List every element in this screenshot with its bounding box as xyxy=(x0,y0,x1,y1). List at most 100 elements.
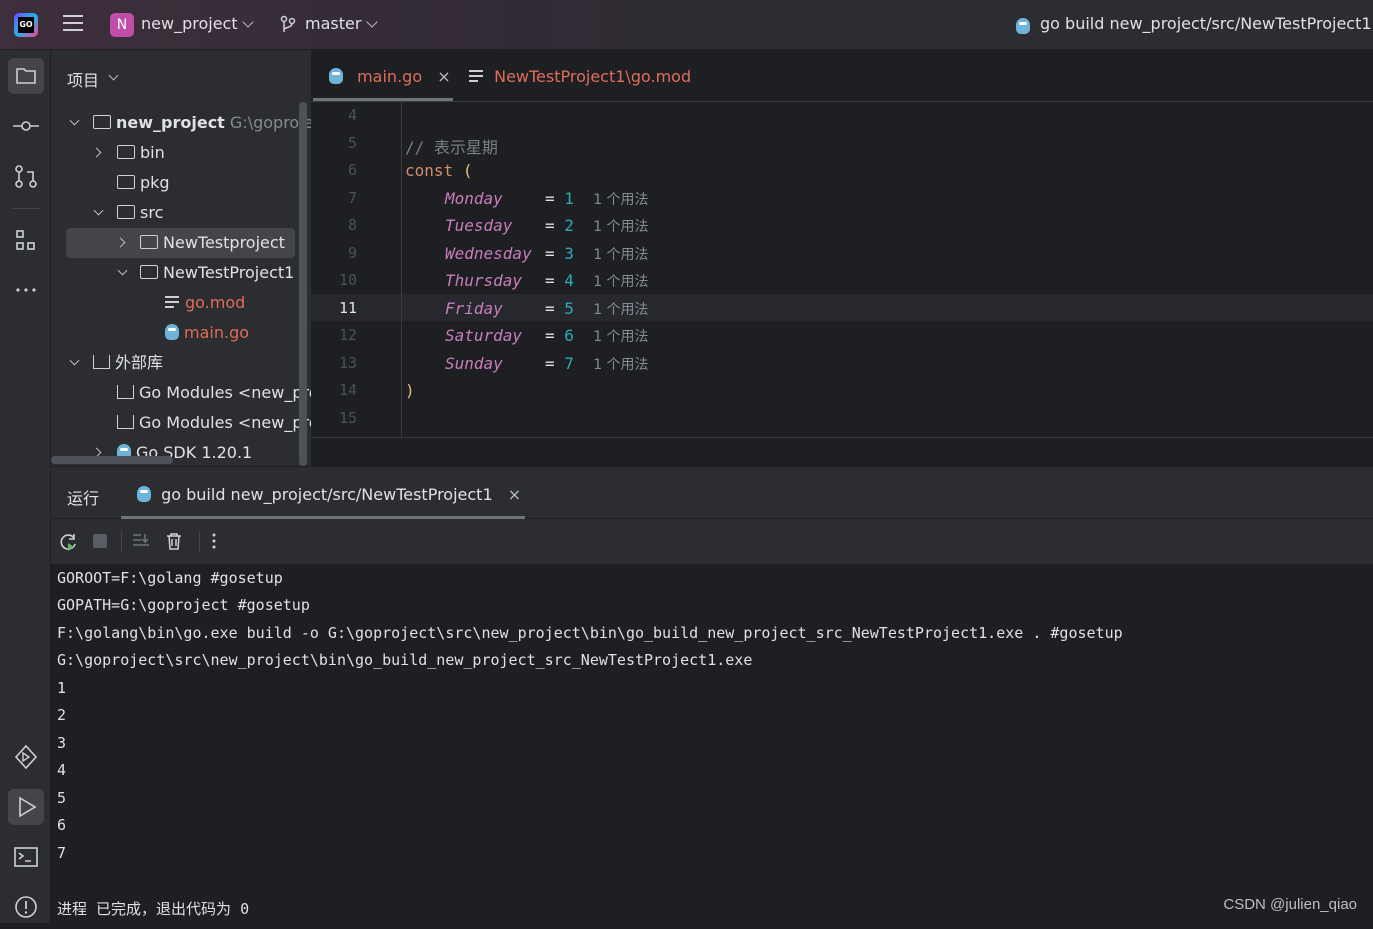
chevron-down-icon[interactable] xyxy=(108,70,119,81)
close-icon[interactable]: × xyxy=(437,67,450,86)
text-file-icon xyxy=(469,70,483,82)
chevron-down-icon[interactable] xyxy=(69,355,80,366)
tree-item-external-libraries[interactable]: 外部库 xyxy=(67,348,297,378)
library-icon xyxy=(117,415,134,429)
chevron-down-icon[interactable] xyxy=(366,16,378,28)
run-icon[interactable] xyxy=(8,789,44,825)
chevron-down-icon[interactable] xyxy=(93,205,104,216)
project-switcher[interactable]: new_project xyxy=(141,14,238,33)
close-icon[interactable]: × xyxy=(508,485,521,504)
structure-icon[interactable] xyxy=(8,222,44,258)
library-icon xyxy=(117,385,134,399)
usage-hint[interactable]: 1 个用法 xyxy=(593,274,648,290)
line-number: 9 xyxy=(347,244,357,262)
vertical-scrollbar[interactable] xyxy=(299,102,307,466)
tree-item-new-project[interactable]: new_project G:\goproject xyxy=(67,108,311,138)
branch-switcher[interactable]: master xyxy=(305,14,361,33)
usage-hint[interactable]: 1 个用法 xyxy=(593,329,648,345)
tree-item-pkg[interactable]: pkg xyxy=(67,168,297,198)
constant-value: 3 xyxy=(564,244,574,263)
paren: ( xyxy=(462,161,473,180)
console-line: 1 xyxy=(57,679,67,697)
code-comment: // 表示星期 xyxy=(405,138,498,157)
usage-hint[interactable]: 1 个用法 xyxy=(593,247,648,263)
chevron-down-icon[interactable] xyxy=(117,265,128,276)
tree-item-label: go.mod xyxy=(185,293,246,312)
terminal-icon[interactable] xyxy=(8,839,44,875)
tree-item-label: Go Modules <new_pro xyxy=(139,413,311,432)
run-console-output[interactable]: GOROOT=F:\golang #gosetup GOPATH=G:\gopr… xyxy=(51,564,1373,923)
pull-request-icon[interactable] xyxy=(8,158,44,194)
text-file-icon xyxy=(165,296,179,308)
tree-item-src[interactable]: src xyxy=(67,198,297,228)
tree-item-label: NewTestProject1 xyxy=(163,263,295,282)
code-editor[interactable]: 4 5 6 7 8 9 10 11 12 13 14 15 // 表示星期 co… xyxy=(311,102,1373,437)
gopher-icon xyxy=(329,68,343,84)
keyword: const xyxy=(405,161,454,180)
run-tab[interactable]: go build new_project/src/NewTestProject1… xyxy=(137,485,521,504)
tab-main-go[interactable]: main.go × xyxy=(329,67,451,86)
folder-icon xyxy=(140,235,158,249)
console-line: 3 xyxy=(57,734,67,752)
problems-icon[interactable] xyxy=(8,889,44,925)
gopher-icon xyxy=(1016,18,1030,34)
constant-name: Saturday xyxy=(445,326,523,345)
branch-icon[interactable] xyxy=(280,15,296,35)
line-number: 7 xyxy=(347,189,357,207)
line-number: 14 xyxy=(338,381,357,399)
tree-item-go-mod[interactable]: go.mod xyxy=(67,288,297,318)
code-const-entry: Monday = 1 1 个用法 xyxy=(445,189,649,209)
run-configuration[interactable]: go build new_project/src/NewTestProject1 xyxy=(1040,14,1372,33)
scroll-to-end-icon[interactable] xyxy=(131,531,151,551)
tree-item-newtestproject[interactable]: NewTestproject xyxy=(66,228,295,258)
stop-icon[interactable] xyxy=(93,534,107,548)
console-line: 6 xyxy=(57,816,67,834)
tree-item-go-modules[interactable]: Go Modules <new_pro xyxy=(67,378,311,408)
run-panel-title[interactable]: 运行 xyxy=(67,485,99,509)
tree-item-go-modules[interactable]: Go Modules <new_pro xyxy=(67,408,311,438)
constant-value: 1 xyxy=(564,189,574,208)
tree-item-label: NewTestproject xyxy=(163,233,285,252)
usage-hint[interactable]: 1 个用法 xyxy=(593,357,648,373)
code-const-line: const ( xyxy=(405,161,472,180)
constant-value: 6 xyxy=(564,326,574,345)
project-badge[interactable]: N xyxy=(110,13,134,37)
usage-hint[interactable]: 1 个用法 xyxy=(593,302,648,318)
tree-item-bin[interactable]: bin xyxy=(67,138,297,168)
project-tool-window: 项目 new_project G:\goproject bin pkg src … xyxy=(51,50,311,466)
rerun-icon[interactable] xyxy=(57,531,79,553)
tab-go-mod[interactable]: NewTestProject1\go.mod xyxy=(469,67,691,86)
chevron-down-icon[interactable] xyxy=(242,16,254,28)
more-icon[interactable] xyxy=(8,272,44,308)
main-menu-icon[interactable] xyxy=(63,15,83,33)
watermark: CSDN @julien_qiao xyxy=(1223,896,1357,913)
code-const-entry: Sunday = 7 1 个用法 xyxy=(445,354,649,374)
line-number: 4 xyxy=(347,106,357,124)
goland-logo-icon[interactable]: GO xyxy=(14,13,38,37)
operator: = xyxy=(545,216,555,235)
toolbar-divider xyxy=(121,531,122,553)
operator: = xyxy=(545,299,555,318)
horizontal-scrollbar[interactable] xyxy=(51,456,173,464)
chevron-down-icon[interactable] xyxy=(69,115,80,126)
services-icon[interactable] xyxy=(8,739,44,775)
tree-item-newtestproject1[interactable]: NewTestProject1 xyxy=(67,258,307,288)
chevron-right-icon[interactable] xyxy=(115,237,126,248)
commit-icon[interactable] xyxy=(8,108,44,144)
chevron-right-icon[interactable] xyxy=(91,147,102,158)
operator: = xyxy=(545,271,555,290)
tab-label: NewTestProject1\go.mod xyxy=(494,67,692,86)
tree-item-main-go[interactable]: main.go xyxy=(67,318,297,348)
tree-item-label: 外部库 xyxy=(115,353,164,372)
project-panel-title[interactable]: 项目 xyxy=(67,67,99,91)
code-const-entry: Tuesday = 2 1 个用法 xyxy=(445,216,649,236)
trash-icon[interactable] xyxy=(164,531,184,551)
usage-hint[interactable]: 1 个用法 xyxy=(593,192,648,208)
more-vertical-icon[interactable] xyxy=(207,531,221,551)
folder-icon xyxy=(140,265,158,279)
tree-item-label: Go Modules <new_pro xyxy=(139,383,311,402)
console-exit-line: 进程 已完成，退出代码为 0 xyxy=(57,900,250,918)
usage-hint[interactable]: 1 个用法 xyxy=(593,219,648,235)
constant-value: 5 xyxy=(564,299,574,318)
folder-icon[interactable] xyxy=(8,58,44,94)
